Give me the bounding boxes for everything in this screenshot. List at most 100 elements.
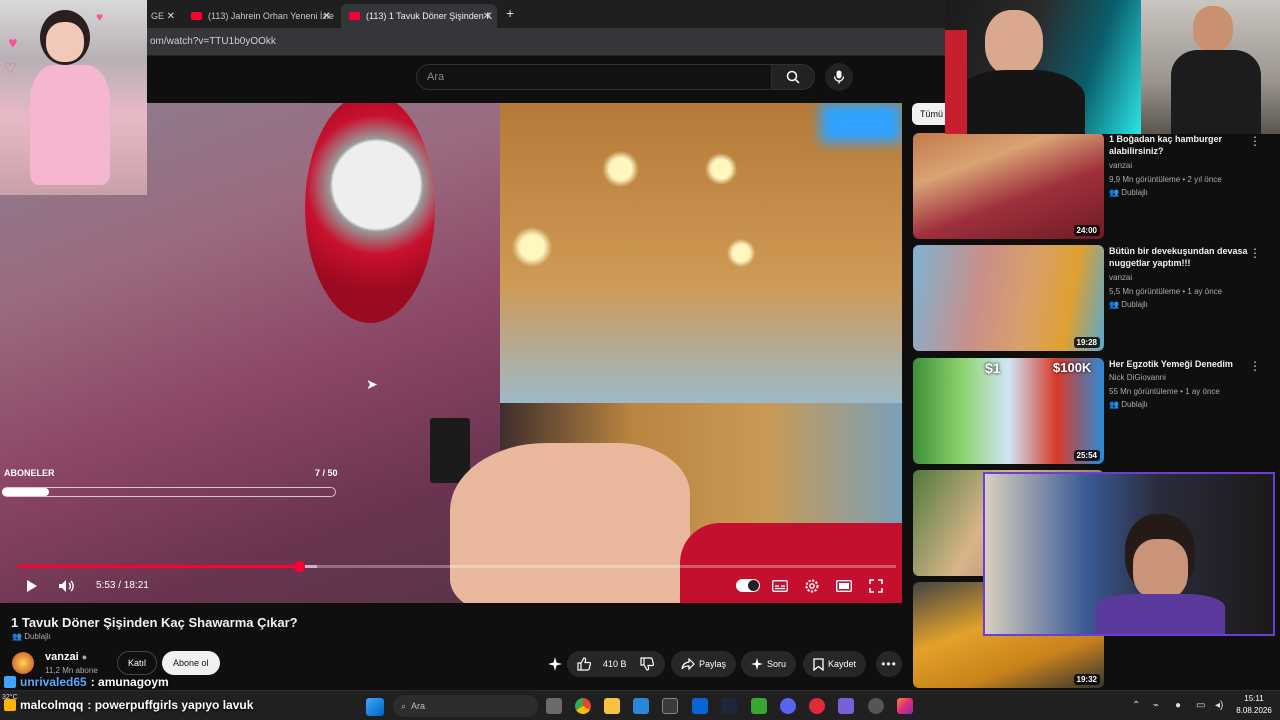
related-video-channel[interactable]: vanzai xyxy=(1109,161,1132,170)
chat-username: malcolmqq xyxy=(20,698,84,712)
windows-start-icon[interactable] xyxy=(366,698,384,716)
gear-icon xyxy=(805,579,819,593)
streamer-webcam: ♥ ♥ ♡ xyxy=(0,0,147,195)
xbox-icon[interactable] xyxy=(751,698,767,714)
autoplay-toggle[interactable] xyxy=(736,579,760,592)
save-button[interactable]: Kaydet xyxy=(803,651,867,677)
video-title: 1 Tavuk Döner Şişinden Kaç Shawarma Çıka… xyxy=(11,615,298,630)
webcam-figure xyxy=(1193,6,1233,52)
chevron-up-icon[interactable]: ⌃ xyxy=(1132,700,1140,711)
discord-icon[interactable] xyxy=(780,698,796,714)
thumbs-down-icon xyxy=(640,657,654,671)
instagram-icon[interactable] xyxy=(897,698,913,714)
more-vertical-icon[interactable]: ⋮ xyxy=(1249,359,1261,373)
more-vertical-icon[interactable]: ⋮ xyxy=(1249,246,1261,260)
settings-button[interactable] xyxy=(803,577,821,595)
close-tab-icon[interactable]: ✕ xyxy=(167,11,175,22)
video-progress-bar[interactable] xyxy=(18,561,896,572)
browser-tab[interactable]: (113) Jahrein Orhan Yeneni İzle ✕ xyxy=(183,4,337,28)
search-input[interactable]: Ara xyxy=(416,64,772,90)
streamer-webcam xyxy=(945,0,1141,134)
browser-tab[interactable]: GE ✕ xyxy=(143,4,181,28)
store-icon[interactable] xyxy=(662,698,678,714)
thumbs-up-icon xyxy=(577,657,591,671)
related-video-channel[interactable]: Nick DiGiovanni xyxy=(1109,373,1166,382)
video-frame xyxy=(305,103,435,323)
dub-badge: 👥 Dublajlı xyxy=(1109,188,1148,197)
gemini-button[interactable] xyxy=(542,651,568,677)
app-icon[interactable] xyxy=(633,698,649,714)
chat-text: : powerpuffgirls yapıyo lavuk xyxy=(87,698,254,712)
join-button[interactable]: Katıl xyxy=(117,651,158,675)
related-video-meta: 9,9 Mn görüntüleme • 2 yıl önce xyxy=(1109,175,1222,184)
heart-icon: ♡ xyxy=(4,60,17,76)
volume-icon xyxy=(59,580,74,592)
channel-avatar[interactable] xyxy=(12,652,34,674)
more-actions-button[interactable]: ••• xyxy=(876,651,902,677)
webcam-figure xyxy=(1133,539,1188,599)
volume-icon[interactable]: ◂) xyxy=(1215,700,1223,711)
browser-tab-active[interactable]: (113) 1 Tavuk Döner Şişinden K ✕ xyxy=(341,4,497,28)
network-icon[interactable]: ⌁ xyxy=(1153,700,1159,711)
theater-mode-button[interactable] xyxy=(835,578,853,594)
obs-icon[interactable] xyxy=(868,698,884,714)
chat-badge-icon xyxy=(4,699,16,711)
mic-icon[interactable]: ● xyxy=(1175,700,1181,711)
webcam-figure xyxy=(985,10,1043,76)
close-tab-icon[interactable]: ✕ xyxy=(483,11,491,22)
teams-icon[interactable] xyxy=(838,698,854,714)
subtitles-button[interactable] xyxy=(771,578,789,594)
mail-icon[interactable] xyxy=(692,698,708,714)
related-video-title[interactable]: Her Egzotik Yemeği Denedim xyxy=(1109,358,1249,370)
play-button[interactable] xyxy=(22,576,42,596)
video-thumbnail[interactable]: $1 $100K 25:54 xyxy=(913,358,1104,464)
taskbar-search-input[interactable]: ⌕ Ara xyxy=(393,695,538,717)
voice-search-button[interactable] xyxy=(825,63,853,91)
related-video-meta: 55 Mn görüntüleme • 1 ay önce xyxy=(1109,387,1220,396)
related-video-meta: 5,5 Mn görüntüleme • 1 ay önce xyxy=(1109,287,1223,296)
scrubber-handle[interactable] xyxy=(293,561,305,572)
theater-icon xyxy=(836,580,852,592)
sub-goal-count: 7 / 50 xyxy=(315,468,338,478)
sub-goal-fill xyxy=(2,488,49,496)
share-icon xyxy=(681,658,695,670)
display-icon[interactable]: ▭ xyxy=(1196,700,1205,711)
fullscreen-button[interactable] xyxy=(867,578,885,594)
share-button[interactable]: Paylaş xyxy=(671,651,737,677)
dub-badge: 👥 Dublajlı xyxy=(1109,300,1148,309)
subscribe-button[interactable]: Abone ol xyxy=(162,651,220,675)
file-explorer-icon[interactable] xyxy=(604,698,620,714)
webcam-figure xyxy=(30,65,110,185)
thumb-badge: $100K xyxy=(1053,360,1092,375)
channel-name[interactable]: vanzai ● xyxy=(45,651,87,663)
steam-icon[interactable] xyxy=(721,698,737,714)
played-bar xyxy=(18,565,299,568)
thumb-badge: $1 xyxy=(985,360,1001,376)
subscriber-count: 11,2 Mn abone xyxy=(45,666,98,675)
media-icon[interactable] xyxy=(809,698,825,714)
video-thumbnail[interactable]: 19:28 xyxy=(913,245,1104,351)
new-tab-button[interactable]: + xyxy=(506,5,514,21)
close-tab-icon[interactable]: ✕ xyxy=(323,11,331,22)
webcam-figure xyxy=(1095,594,1225,634)
taskbar-clock[interactable]: 15:11 8.08.2026 xyxy=(1232,693,1276,717)
youtube-icon xyxy=(191,12,202,20)
search-button[interactable] xyxy=(771,64,815,90)
related-video-title[interactable]: 1 Boğadan kaç hamburger alabilirsiniz? xyxy=(1109,133,1249,157)
ask-button[interactable]: Soru xyxy=(741,651,797,677)
chrome-icon[interactable] xyxy=(575,698,591,714)
related-video-title[interactable]: Bütün bir devekuşundan devasa nuggetlar … xyxy=(1109,245,1249,269)
sub-goal-bar xyxy=(2,487,336,497)
volume-button[interactable] xyxy=(55,576,79,596)
related-video-channel[interactable]: vanzai xyxy=(1109,273,1132,282)
dislike-button[interactable] xyxy=(634,651,660,677)
more-vertical-icon[interactable]: ⋮ xyxy=(1249,134,1261,148)
url-text[interactable]: om/watch?v=TTU1b0yOOkk xyxy=(150,36,276,47)
video-thumbnail[interactable]: 24:00 xyxy=(913,133,1104,239)
chat-message: malcolmqq : powerpuffgirls yapıyo lavuk xyxy=(4,698,253,712)
webcam-figure xyxy=(945,30,967,134)
task-view-icon[interactable] xyxy=(546,698,562,714)
chat-badge-icon xyxy=(4,676,16,688)
video-time: 5:53 / 18:21 xyxy=(96,580,149,591)
search-icon xyxy=(786,70,800,84)
